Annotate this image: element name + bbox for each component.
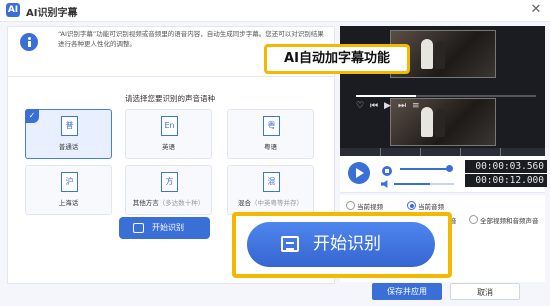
title-bar: AI AI识别字幕 ✕	[0, 0, 550, 22]
stop-button[interactable]	[382, 166, 392, 176]
recognize-icon	[133, 223, 144, 233]
mandarin-icon: 普	[61, 116, 78, 136]
save-apply-button[interactable]: 保存并应用	[372, 283, 442, 300]
timeline[interactable]	[340, 148, 545, 156]
language-card-mandarin[interactable]: ✓ 普 普通话	[25, 109, 112, 159]
playback-slider-knob[interactable]	[446, 165, 453, 172]
callout-text: AI自动加字幕功能	[284, 51, 390, 66]
language-label: 粤语	[264, 143, 277, 151]
radio-all-sources[interactable]	[469, 215, 478, 224]
english-icon: En	[161, 116, 178, 136]
play-icon[interactable]: ▶	[384, 101, 391, 111]
language-label-sub: （多达数十种）	[158, 199, 205, 207]
shanghainese-icon: 沪	[61, 172, 78, 192]
radio-current-audio[interactable]	[407, 201, 416, 210]
ai-subtitle-window: AI AI识别字幕 ✕ “AI识别字幕”功能可识别视频或音频里的语音内容，自动生…	[0, 0, 550, 306]
start-label: 开始识别	[313, 234, 381, 254]
feature-callout: AI自动加字幕功能	[264, 44, 410, 74]
language-label: 其他方言（多达数十种）	[126, 197, 211, 207]
time-total: 00:00:12.000	[465, 174, 547, 187]
play-button[interactable]	[348, 162, 370, 184]
info-icon	[20, 33, 38, 51]
language-label-main: 混合	[238, 199, 251, 207]
preview-progress-fill	[356, 95, 416, 97]
language-label: 上海话	[58, 199, 79, 207]
language-section-title: 请选择您要识别的声音语种	[125, 94, 215, 103]
option-label: 全部视频和音频声音	[480, 217, 539, 225]
dialect-icon: 方	[161, 172, 178, 192]
check-icon: ✓	[25, 109, 39, 123]
cantonese-icon: 粤	[263, 116, 280, 136]
window-title: AI识别字幕	[26, 8, 78, 19]
option-label: 当前音频	[418, 203, 444, 211]
divider	[7, 76, 334, 77]
language-label-sub: （中英粤等并存）	[251, 199, 303, 207]
mixed-icon: 混	[263, 172, 280, 192]
language-card-english[interactable]: En 英语	[125, 109, 212, 159]
volume-fill	[394, 183, 430, 185]
playback-slider[interactable]	[400, 168, 448, 170]
option-label: 当前视频	[357, 203, 383, 211]
recognize-icon	[281, 236, 299, 252]
menu-icon[interactable]: ≡	[412, 101, 420, 111]
language-label: 混合（中英粤等并存）	[228, 197, 313, 207]
cancel-button[interactable]: 取消	[450, 283, 520, 300]
heart-icon[interactable]: ♡	[356, 101, 364, 111]
start-recognition-button-large[interactable]: 开始识别	[247, 222, 435, 267]
start-label: 开始识别	[152, 223, 184, 232]
language-label: 英语	[162, 143, 175, 151]
previous-icon[interactable]: ⏮	[370, 101, 378, 111]
start-recognition-button-small[interactable]: 开始识别	[119, 217, 210, 239]
close-icon[interactable]: ✕	[528, 2, 544, 18]
next-icon[interactable]: ⏭	[398, 101, 406, 111]
time-current: 00:00:03.560	[465, 160, 547, 173]
language-card-shanghainese[interactable]: 沪 上海话	[25, 165, 112, 215]
language-card-mixed[interactable]: 混 混合（中英粤等并存）	[227, 165, 314, 215]
language-label: 普通话	[58, 143, 79, 151]
language-label-main: 其他方言	[132, 199, 159, 207]
language-card-other-dialects[interactable]: 方 其他方言（多达数十种）	[125, 165, 212, 215]
radio-current-video[interactable]	[346, 201, 355, 210]
language-card-cantonese[interactable]: 粤 粤语	[227, 109, 314, 159]
app-logo-icon: AI	[6, 3, 20, 17]
